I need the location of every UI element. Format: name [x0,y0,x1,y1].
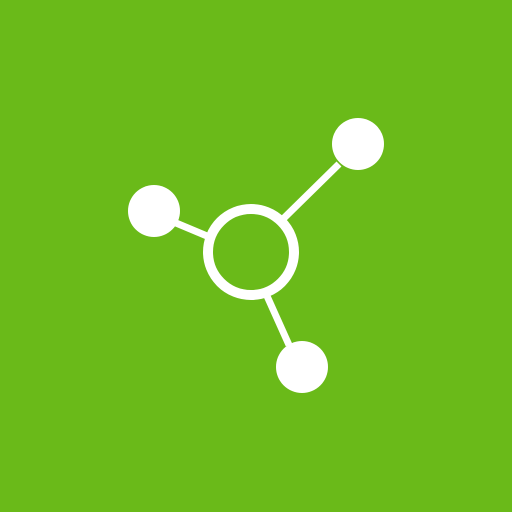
node-left [128,185,180,237]
icon-background [0,0,512,512]
node-bottom [276,341,328,393]
app-icon-tile [0,0,512,512]
node-top-right [332,118,384,170]
share-network-icon [0,0,512,512]
